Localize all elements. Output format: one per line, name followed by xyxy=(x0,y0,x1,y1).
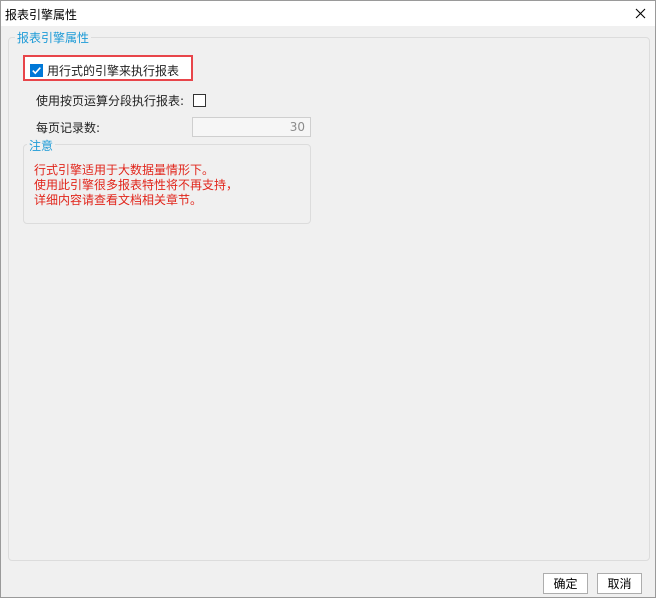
notice-line: 使用此引擎很多报表特性将不再支持， xyxy=(34,178,239,192)
paging-option[interactable]: 使用按页运算分段执行报表: xyxy=(36,92,207,109)
group-legend: 报表引擎属性 xyxy=(15,29,92,46)
title-bar: 报表引擎属性 xyxy=(1,1,655,26)
close-button[interactable] xyxy=(629,3,651,23)
records-per-page-row: 每页记录数: xyxy=(36,119,100,136)
cancel-button[interactable]: 取消 xyxy=(597,573,642,594)
close-icon xyxy=(635,8,645,18)
dialog-content: 报表引擎属性 用行式的引擎来执行报表 使用按页运算分段执行报表: 每页记录数: … xyxy=(1,26,655,597)
notice-line: 详细内容请查看文档相关章节。 xyxy=(34,193,203,207)
notice-line: 行式引擎适用于大数据量情形下。 xyxy=(34,163,215,177)
engine-properties-group: 报表引擎属性 用行式的引擎来执行报表 使用按页运算分段执行报表: 每页记录数: … xyxy=(8,29,650,561)
notice-lines: 行式引擎适用于大数据量情形下。 使用此引擎很多报表特性将不再支持， 详细内容请查… xyxy=(34,163,238,208)
checkmark-icon xyxy=(32,67,41,75)
records-per-page-input[interactable]: 30 xyxy=(192,117,311,137)
ok-button[interactable]: 确定 xyxy=(543,573,588,594)
window-title: 报表引擎属性 xyxy=(5,8,78,22)
row-engine-label: 用行式的引擎来执行报表 xyxy=(47,64,180,78)
row-engine-checkbox[interactable] xyxy=(30,64,43,77)
row-engine-option[interactable]: 用行式的引擎来执行报表 xyxy=(30,62,179,79)
notice-legend: 注意 xyxy=(27,137,56,154)
records-per-page-label: 每页记录数: xyxy=(36,121,101,135)
paging-checkbox[interactable] xyxy=(193,94,207,107)
dialog-window: 报表引擎属性 报表引擎属性 用行式的引擎来执行报表 使用按页运算分段执行报表: xyxy=(0,0,656,598)
paging-label: 使用按页运算分段执行报表: xyxy=(36,94,185,108)
notice-group: 注意 行式引擎适用于大数据量情形下。 使用此引擎很多报表特性将不再支持， 详细内… xyxy=(23,137,311,224)
